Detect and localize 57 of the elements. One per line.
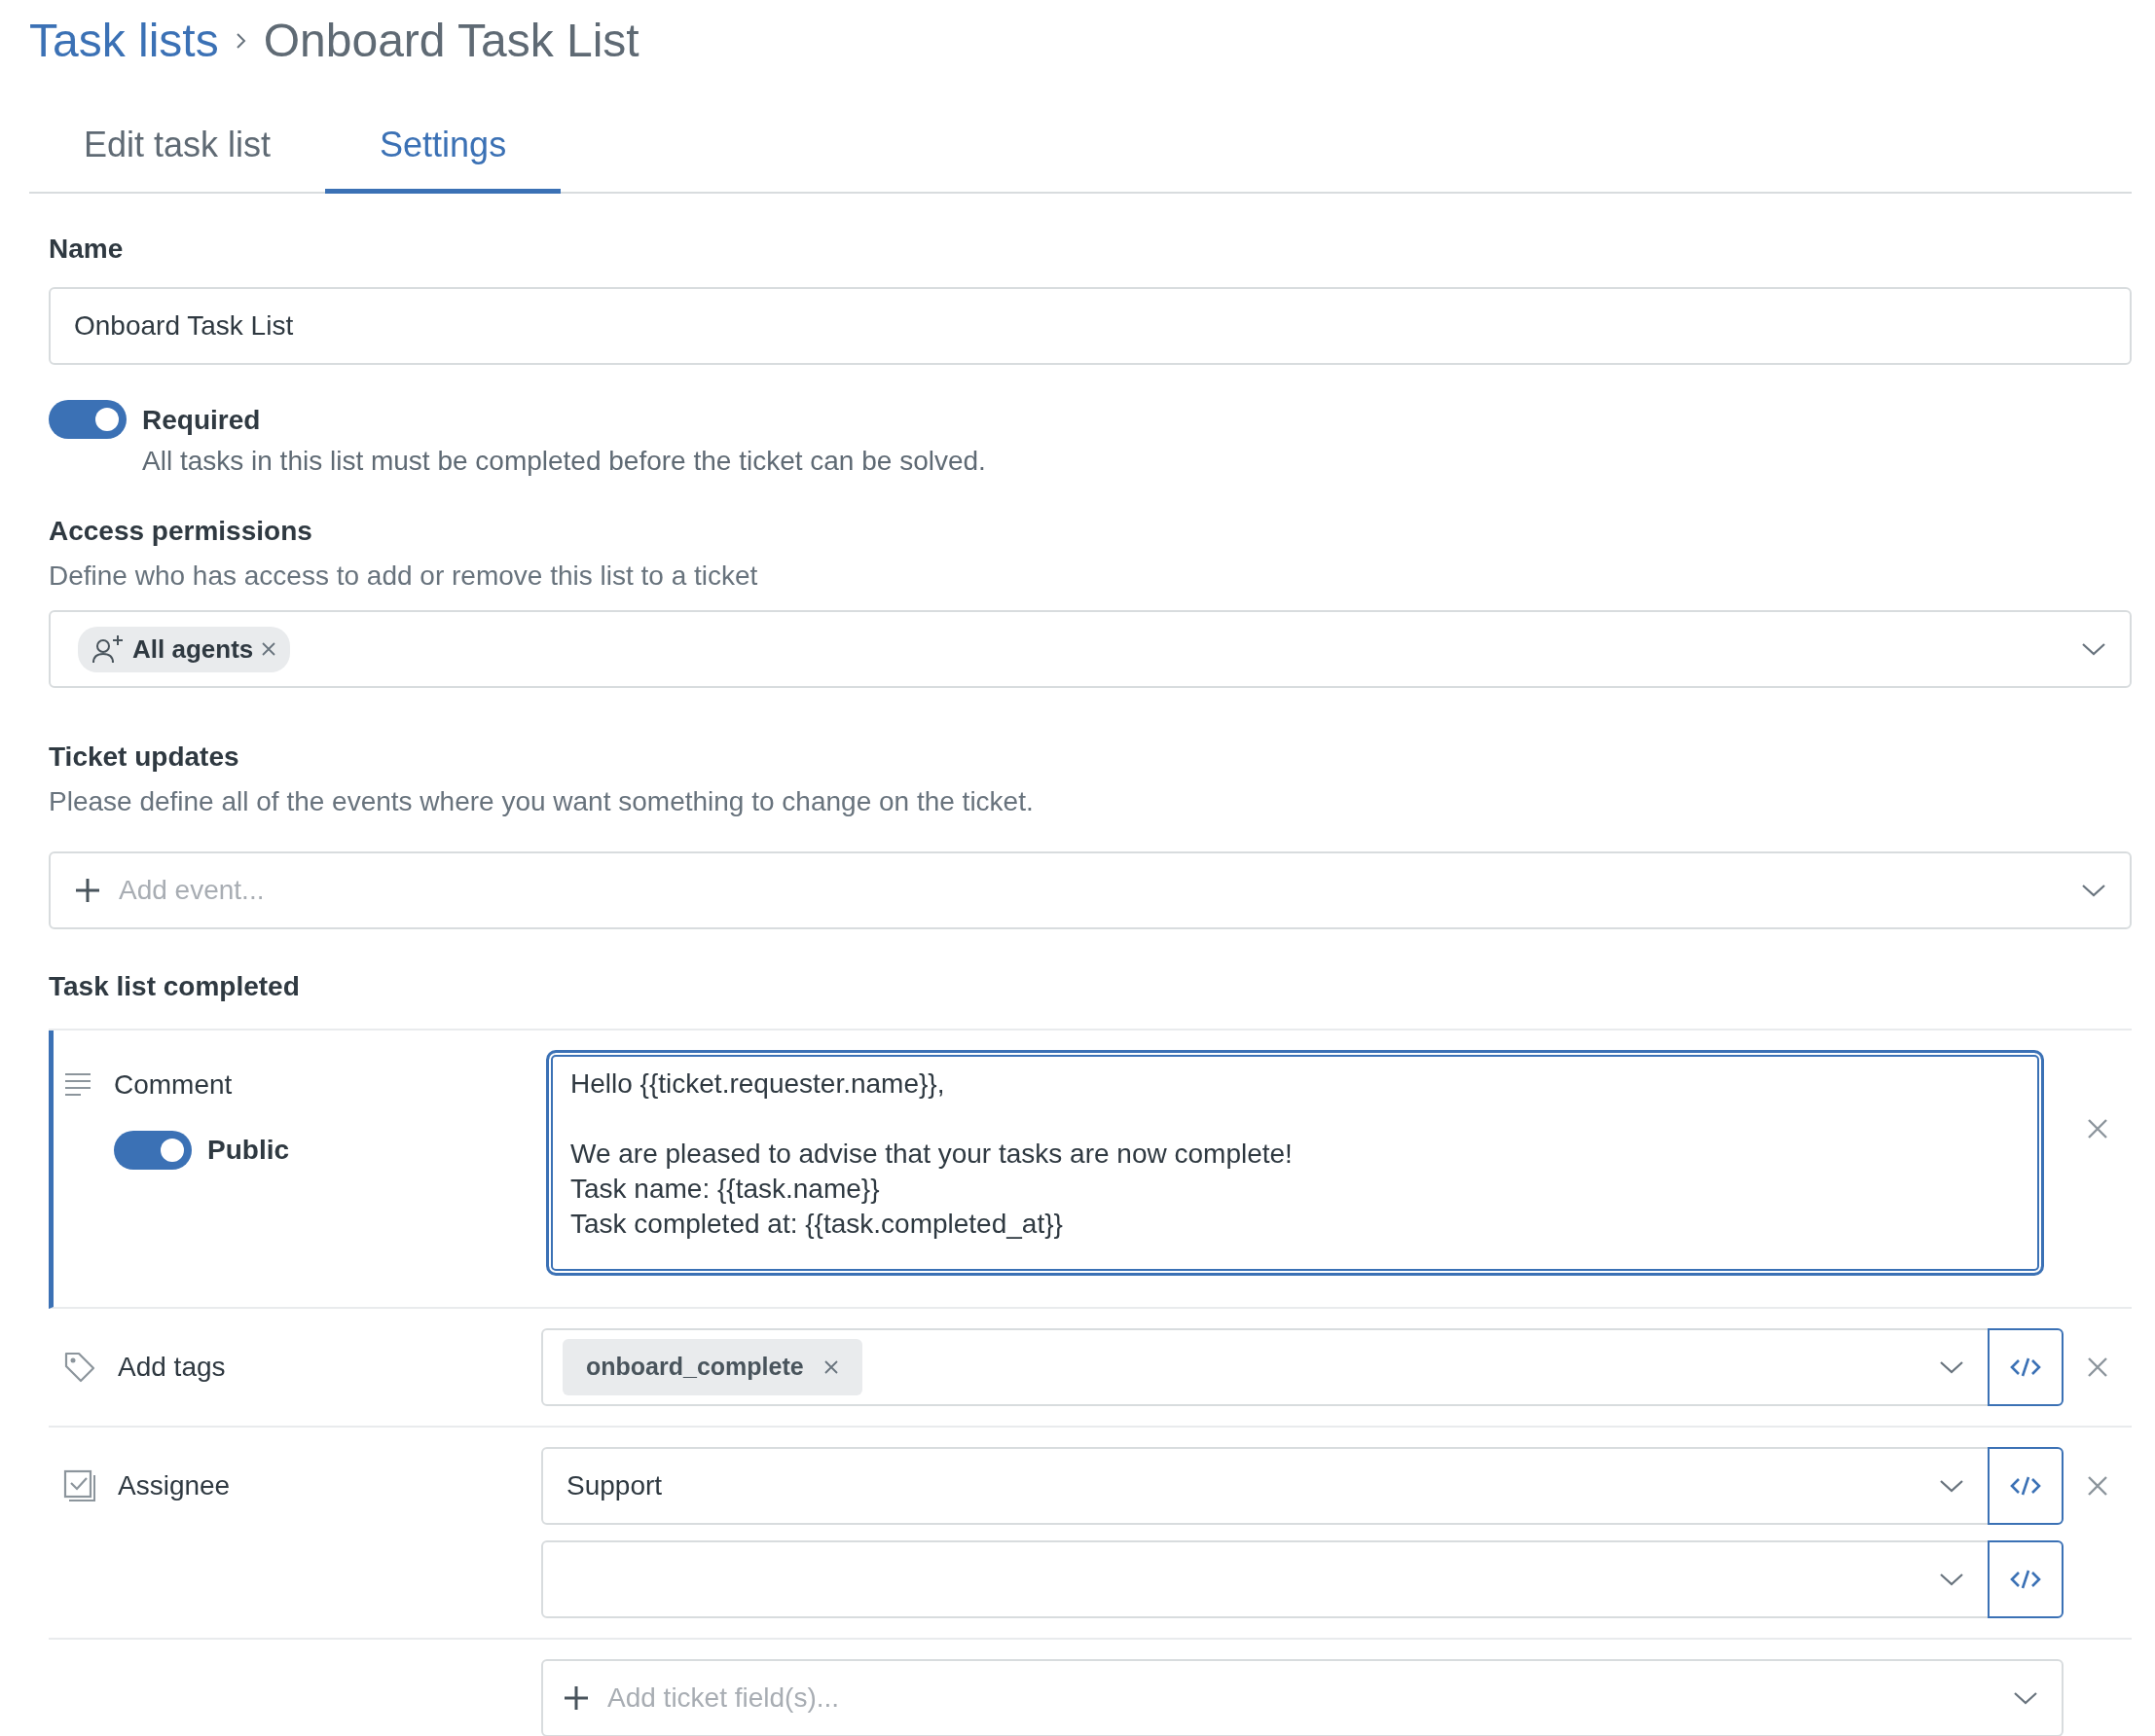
code-icon <box>2010 1356 2041 1379</box>
breadcrumb-link[interactable]: Task lists <box>29 6 219 76</box>
section-label: Ticket updates <box>49 741 240 774</box>
close-icon <box>2087 1118 2108 1139</box>
chevron-down-icon <box>2013 1690 2038 1706</box>
remove-action-button[interactable] <box>2087 1118 2108 1139</box>
remove-tag-button[interactable] <box>261 641 277 657</box>
checkbox-icon <box>63 1469 96 1502</box>
chevron-down-icon <box>2081 883 2106 898</box>
select-field[interactable]: Support <box>541 1447 1990 1525</box>
tag-chip: onboard_complete <box>563 1339 862 1395</box>
code-button[interactable] <box>1988 1540 2064 1618</box>
close-icon <box>261 641 277 657</box>
comment-textarea[interactable]: Hello {{ticket.requester.name}}, We are pleased to advise that your tasks are now complete! Task name: {{task.name}} Task completed at: {{task.completed_at}} <box>546 1050 2044 1276</box>
toggle-label: Required <box>142 404 262 437</box>
code-icon <box>2010 1568 2041 1591</box>
chevron-down-icon <box>1939 1572 1964 1587</box>
action-label: Assignee <box>118 1469 231 1502</box>
description-text: Please define all of the events where you want something to change on the ticket. <box>49 785 1035 818</box>
code-button[interactable] <box>1988 1447 2064 1525</box>
tab[interactable]: Settings <box>325 105 562 194</box>
chevron-down-icon <box>1939 1359 1964 1375</box>
lines-icon <box>63 1071 92 1099</box>
toggle-label: Public <box>207 1134 289 1167</box>
toggle-switch[interactable] <box>49 400 127 439</box>
code-button[interactable] <box>1988 1328 2064 1406</box>
chevron-down-icon <box>1939 1478 1964 1494</box>
page-title: Onboard Task List <box>263 14 639 68</box>
name-input[interactable]: Onboard Task List <box>49 287 2132 365</box>
toggle-switch[interactable] <box>114 1131 192 1170</box>
action-label: Comment <box>114 1068 233 1102</box>
add-field-input[interactable]: Add ticket field(s)... <box>605 1677 1997 1719</box>
section-label: Access permissions <box>49 515 313 548</box>
add-event-input[interactable]: Add event... <box>117 869 2065 912</box>
description-text: Define who has access to add or remove this list to a ticket <box>49 560 759 593</box>
chevron-down-icon <box>2081 641 2106 657</box>
add-event-select[interactable]: Add event... <box>49 851 2132 929</box>
field-label: Name <box>49 233 125 266</box>
plus-icon <box>563 1684 590 1712</box>
breadcrumb-separator-icon <box>234 31 248 51</box>
remove-tag-button[interactable] <box>822 1359 839 1375</box>
add-field-select[interactable]: Add ticket field(s)... <box>541 1659 2064 1736</box>
permissions-select[interactable]: All agents <box>49 610 2132 688</box>
description-text: All tasks in this list must be completed before the ticket can be solved. <box>142 445 986 478</box>
action-label: Add tags <box>118 1351 226 1384</box>
code-icon <box>2010 1474 2041 1498</box>
tab[interactable]: Edit task list <box>29 105 326 194</box>
tag-chip: All agents <box>78 626 291 672</box>
select-field[interactable] <box>541 1540 1990 1618</box>
close-icon <box>2087 1356 2108 1378</box>
tags-select[interactable]: onboard_complete <box>541 1328 1990 1406</box>
user-plus-icon <box>91 634 125 664</box>
section-label: Task list completed <box>49 970 301 1003</box>
plus-icon <box>74 877 101 904</box>
close-icon <box>822 1359 839 1375</box>
close-icon <box>2087 1475 2108 1497</box>
tag-icon <box>63 1351 96 1384</box>
